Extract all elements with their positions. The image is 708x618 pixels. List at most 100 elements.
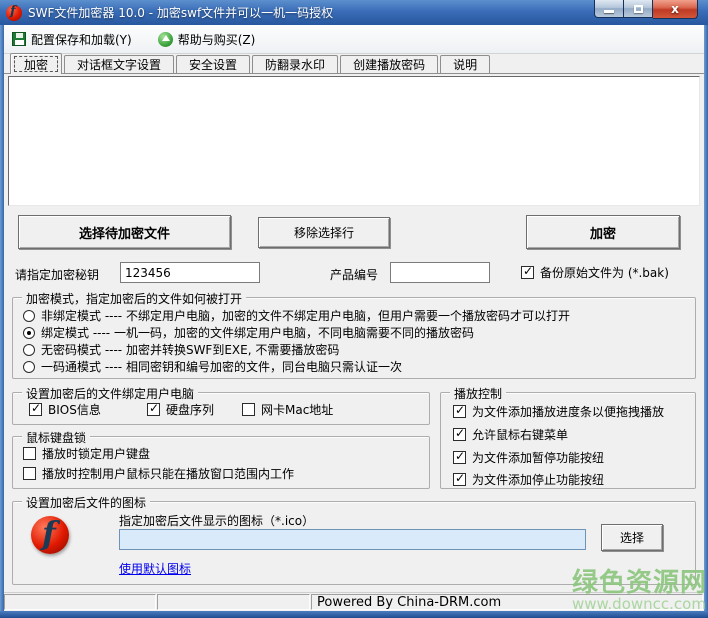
- radio-circle: [23, 361, 35, 373]
- checkbox-box: [147, 403, 160, 416]
- checkbox-disk-serial[interactable]: 硬盘序列: [147, 401, 214, 418]
- radio-label: 无密码模式 ---- 加密并转换SWF到EXE, 不需要播放密码: [41, 341, 339, 358]
- tab-label: 创建播放密码: [353, 56, 425, 73]
- product-number-input[interactable]: [390, 262, 490, 283]
- checkbox-label: 播放时控制用户鼠标只能在播放窗口范围内工作: [42, 465, 294, 482]
- tab-label: 说明: [453, 56, 477, 73]
- status-panel-powered-by: Powered By China-DRM.com: [311, 594, 703, 610]
- radio-circle: [23, 310, 35, 322]
- tab-label: 对话框文字设置: [77, 56, 161, 73]
- radio-label: 一码通模式 ---- 相同密钥和编号加密的文件，同台电脑只需认证一次: [41, 358, 402, 375]
- checkbox-label: 允许鼠标右键菜单: [472, 426, 568, 443]
- checkbox-restrict-mouse[interactable]: 播放时控制用户鼠标只能在播放窗口范围内工作: [23, 465, 294, 482]
- checkbox-label: 网卡Mac地址: [261, 401, 333, 418]
- tab-security-settings[interactable]: 安全设置: [176, 55, 250, 73]
- radio-label: 绑定模式 ---- 一机一码，加密的文件绑定用户电脑，不同电脑需要不同的播放密码: [41, 324, 474, 341]
- minimize-button[interactable]: [594, 0, 624, 18]
- checkbox-progress-bar[interactable]: 为文件添加播放进度条以便拖拽播放: [453, 403, 664, 420]
- tab-label: 安全设置: [189, 56, 237, 73]
- radio-label: 非绑定模式 ---- 不绑定用户电脑，加密的文件不绑定用户电脑，但用户需要一个播…: [41, 307, 570, 324]
- window-controls: x: [594, 0, 698, 19]
- key-label: 请指定加密秘钥: [15, 266, 99, 283]
- tab-label: 防翻录水印: [265, 56, 325, 73]
- radio-bound-mode[interactable]: 绑定模式 ---- 一机一码，加密的文件绑定用户电脑，不同电脑需要不同的播放密码: [23, 324, 474, 341]
- checkbox-box: [453, 428, 466, 441]
- checkbox-box: [453, 473, 466, 486]
- group-title: 设置加密后文件的图标: [22, 494, 150, 511]
- choose-icon-button[interactable]: 选择: [601, 524, 663, 551]
- toolbar-item-label: 帮助与购买(Z): [178, 31, 256, 48]
- icon-path-input[interactable]: [119, 529, 586, 550]
- toolbar-item-help-buy[interactable]: 帮助与购买(Z): [158, 31, 256, 48]
- checkbox-label: 为文件添加播放进度条以便拖拽播放: [472, 403, 664, 420]
- window-border-left: [0, 25, 4, 618]
- toolbar: 配置保存和加载(Y) 帮助与购买(Z): [4, 25, 704, 54]
- checkbox-box: [23, 467, 36, 480]
- checkbox-box: [521, 266, 534, 279]
- minimize-icon: [604, 10, 614, 13]
- tab-create-play-password[interactable]: 创建播放密码: [340, 55, 438, 73]
- mouse-keyboard-lock-group: 鼠标键盘锁 播放时锁定用户键盘 播放时控制用户鼠标只能在播放窗口范围内工作: [12, 436, 430, 489]
- group-title: 设置加密后的文件绑定用户电脑: [22, 385, 198, 402]
- key-input[interactable]: [120, 262, 260, 283]
- select-files-button[interactable]: 选择待加密文件: [18, 215, 231, 249]
- status-panel-2: [157, 594, 310, 610]
- checkbox-box: [29, 403, 42, 416]
- flash-icon: [31, 516, 69, 554]
- checkbox-label: BIOS信息: [48, 401, 101, 418]
- status-panel-1: [4, 594, 156, 610]
- toolbar-item-save-load[interactable]: 配置保存和加载(Y): [12, 31, 132, 48]
- group-title: 播放控制: [450, 385, 506, 402]
- radio-unbound-mode[interactable]: 非绑定模式 ---- 不绑定用户电脑，加密的文件不绑定用户电脑，但用户需要一个播…: [23, 307, 570, 324]
- checkbox-label: 播放时锁定用户键盘: [42, 445, 150, 462]
- window-title: SWF文件加密器 10.0 - 加密swf文件并可以一机一码授权: [28, 4, 333, 21]
- tab-dialog-text-settings[interactable]: 对话框文字设置: [64, 55, 174, 73]
- close-button[interactable]: x: [653, 0, 698, 19]
- radio-circle: [23, 344, 35, 356]
- checkbox-box: [23, 447, 36, 460]
- tab-label: 加密: [24, 56, 48, 73]
- checkbox-label: 硬盘序列: [166, 401, 214, 418]
- checkbox-lock-keyboard[interactable]: 播放时锁定用户键盘: [23, 445, 150, 462]
- checkbox-stop-button[interactable]: 为文件添加停止功能按纽: [453, 471, 604, 488]
- encryption-mode-group: 加密模式，指定加密后的文件如何被打开 非绑定模式 ---- 不绑定用户电脑，加密…: [12, 297, 696, 379]
- maximize-button[interactable]: [624, 0, 653, 18]
- help-cart-icon: [158, 32, 173, 47]
- radio-no-password-mode[interactable]: 无密码模式 ---- 加密并转换SWF到EXE, 不需要播放密码: [23, 341, 339, 358]
- toolbar-item-label: 配置保存和加载(Y): [31, 31, 132, 48]
- bind-computer-group: 设置加密后的文件绑定用户电脑 BIOS信息 硬盘序列 网卡Mac地址: [12, 392, 430, 425]
- checkbox-pause-button[interactable]: 为文件添加暂停功能按纽: [453, 449, 604, 466]
- tab-anti-record-watermark[interactable]: 防翻录水印: [252, 55, 338, 73]
- flash-app-icon: [6, 5, 22, 21]
- window-border-right: [704, 25, 708, 618]
- encrypted-file-icon-group: 设置加密后文件的图标 指定加密后文件显示的图标（*.ico） 选择 使用默认图标: [12, 501, 696, 585]
- tab-instructions[interactable]: 说明: [440, 55, 490, 73]
- checkbox-label: 为文件添加停止功能按纽: [472, 471, 604, 488]
- file-list[interactable]: [8, 76, 700, 206]
- maximize-icon: [634, 5, 643, 13]
- window-border-bottom: [0, 611, 708, 618]
- status-bar: Powered By China-DRM.com: [4, 592, 704, 611]
- close-icon: x: [671, 2, 679, 16]
- checkbox-mac-address[interactable]: 网卡Mac地址: [242, 401, 333, 418]
- tab-encrypt[interactable]: 加密: [10, 53, 62, 74]
- backup-checkbox[interactable]: 备份原始文件为 (*.bak): [521, 264, 669, 281]
- group-title: 加密模式，指定加密后的文件如何被打开: [22, 290, 246, 307]
- radio-one-pass-mode[interactable]: 一码通模式 ---- 相同密钥和编号加密的文件，同台电脑只需认证一次: [23, 358, 402, 375]
- group-title: 鼠标键盘锁: [22, 429, 90, 446]
- checkbox-box: [453, 405, 466, 418]
- radio-circle: [23, 327, 35, 339]
- checkbox-box: [453, 451, 466, 464]
- save-icon: [12, 32, 26, 46]
- playback-control-group: 播放控制 为文件添加播放进度条以便拖拽播放 允许鼠标右键菜单 为文件添加暂停功能…: [440, 392, 696, 489]
- checkbox-right-click-menu[interactable]: 允许鼠标右键菜单: [453, 426, 568, 443]
- remove-rows-button[interactable]: 移除选择行: [258, 217, 390, 248]
- product-number-label: 产品编号: [330, 266, 378, 283]
- checkbox-label: 备份原始文件为 (*.bak): [540, 264, 669, 281]
- icon-path-label: 指定加密后文件显示的图标（*.ico）: [119, 512, 314, 529]
- checkbox-bios-info[interactable]: BIOS信息: [29, 401, 101, 418]
- checkbox-box: [242, 403, 255, 416]
- use-default-icon-link[interactable]: 使用默认图标: [119, 560, 191, 577]
- app-window: SWF文件加密器 10.0 - 加密swf文件并可以一机一码授权 x 配置保存和…: [0, 0, 708, 618]
- encrypt-button[interactable]: 加密: [526, 215, 680, 249]
